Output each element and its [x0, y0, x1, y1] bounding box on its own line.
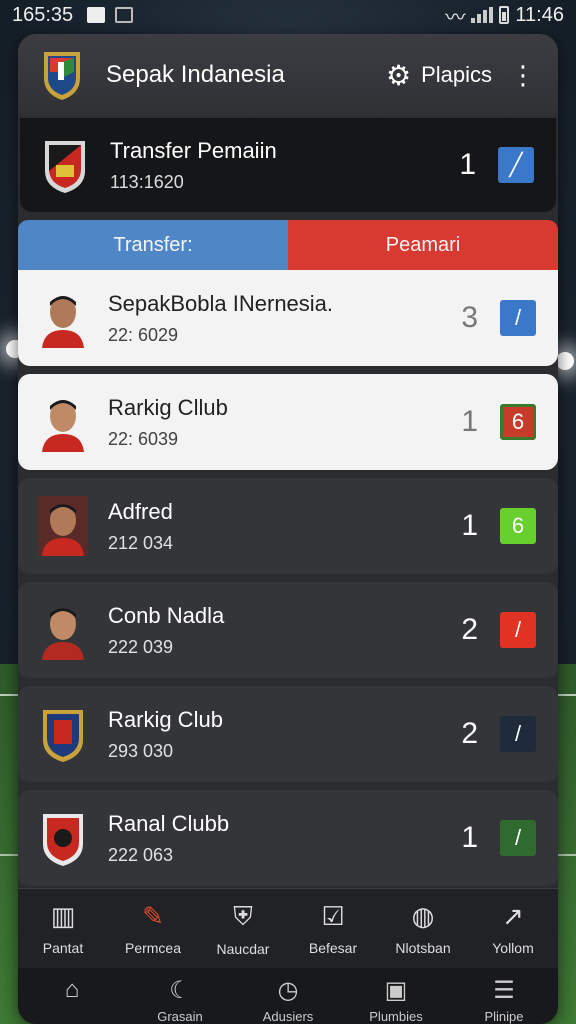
item-name: Adfred: [108, 498, 173, 524]
clipboard-icon: ☑: [321, 901, 345, 931]
nav-pantat[interactable]: ▥ Pantat: [18, 889, 108, 968]
bottom-nav-primary: ▥ Pantat ✎ Permcea ⛨ Naucdar ☑ Befesar ◍…: [18, 888, 558, 968]
item-sub: 22: 6039: [108, 428, 179, 449]
list-item[interactable]: Rarkig Club 293 030 2 /: [18, 686, 558, 782]
item-count: 1: [461, 509, 478, 542]
edit-badge-icon[interactable]: ╱: [498, 147, 534, 183]
chart-icon: ↗: [502, 901, 524, 931]
nav-home[interactable]: ⌂: [18, 968, 126, 1024]
nav-adusiers[interactable]: ◷ Adusiers: [234, 968, 342, 1024]
app-logo: [44, 52, 80, 100]
transfer-row[interactable]: Transfer Pemaiin 113:1620 1 ╱: [20, 118, 556, 212]
player-avatar: [42, 608, 84, 660]
club-crest-icon: [43, 814, 83, 866]
app-header: Sepak Indanesia ⚙ Plapics ⋮: [18, 34, 558, 116]
stadium-light: [556, 352, 574, 370]
transfer-subtitle: 113:1620: [110, 171, 184, 192]
building-icon: ▥: [50, 901, 76, 931]
tab-peamari[interactable]: Peamari: [288, 220, 558, 270]
nav-label: Permcea: [124, 940, 182, 956]
nav-naucdar[interactable]: ⛨ Naucdar: [198, 889, 288, 968]
nav-yollom[interactable]: ↗ Yollom: [468, 889, 558, 968]
app-title: Sepak Indanesia: [106, 61, 285, 88]
bottom-nav-secondary: ⌂ ☾ Grasain ◷ Adusiers ▣ Plumbies ☰ Plin…: [18, 968, 558, 1024]
item-name: Rarkig Cllub: [108, 394, 228, 420]
edit-badge-icon[interactable]: /: [500, 300, 536, 336]
status-time: 165:35: [12, 3, 74, 26]
clock-icon: ◷: [277, 977, 299, 1004]
wifi-icon: 〰: [445, 6, 466, 29]
status-right-time: 11:46: [515, 3, 564, 26]
tab-bar: Transfer: Peamari: [18, 220, 558, 270]
transfer-count: 1: [459, 148, 476, 181]
main-card: Sepak Indanesia ⚙ Plapics ⋮ Transfer Pem…: [18, 34, 558, 1024]
item-name: Rarkig Club: [108, 706, 223, 732]
club-crest-icon: [45, 141, 85, 193]
item-sub: 222 039: [108, 636, 174, 657]
gear-icon[interactable]: ⚙: [386, 59, 411, 92]
notification-icon: [87, 7, 106, 23]
transfer-title: Transfer Pemaiin: [110, 137, 277, 163]
nav-befesar[interactable]: ☑ Befesar: [288, 889, 378, 968]
tab-transfer[interactable]: Transfer:: [18, 220, 288, 270]
nav-label: Nlotsban: [395, 940, 451, 956]
list-item[interactable]: SepakBobla INernesia. 22: 6029 3 /: [18, 270, 558, 366]
list-item[interactable]: Adfred 212 034 1 6: [18, 478, 558, 574]
badge-six-icon[interactable]: 6: [500, 404, 536, 440]
item-sub: 222 063: [108, 844, 174, 865]
phone-icon: ▣: [384, 977, 408, 1004]
nav-label: Pantat: [42, 940, 84, 956]
nav-grasain[interactable]: ☾ Grasain: [126, 968, 234, 1024]
nav-nlotsban[interactable]: ◍ Nlotsban: [378, 889, 468, 968]
nav-plinipe[interactable]: ☰ Plinipe: [450, 968, 558, 1024]
nav-label: Befesar: [308, 940, 358, 956]
list-item[interactable]: Ranal Clubb 222 063 1 /: [18, 790, 558, 886]
item-name: Ranal Clubb: [108, 810, 230, 836]
nav-plumbies[interactable]: ▣ Plumbies: [342, 968, 450, 1024]
item-count: 1: [461, 821, 478, 854]
battery-icon: [499, 6, 510, 24]
nav-label: Naucdar: [216, 940, 270, 957]
item-sub: 293 030: [108, 740, 174, 761]
edit-badge-icon[interactable]: /: [500, 716, 536, 752]
stack-icon: ☰: [493, 977, 515, 1004]
shield-icon: ⛨: [233, 900, 253, 931]
app-icon: [115, 7, 134, 23]
list-item[interactable]: Rarkig Cllub 22: 6039 1 6: [18, 374, 558, 470]
badge-six-icon[interactable]: 6: [500, 508, 536, 544]
nav-label: Yollom: [492, 940, 534, 956]
player-avatar: [42, 296, 84, 348]
nav-label: Plinipe: [484, 1009, 524, 1024]
player-avatar: [38, 496, 88, 556]
drop-icon: ◍: [411, 901, 435, 931]
signal-icon: [471, 7, 494, 23]
settings-link[interactable]: Plapics: [421, 62, 492, 88]
item-name: SepakBobla INernesia.: [108, 290, 334, 316]
nav-label: Grasain: [157, 1009, 203, 1024]
more-vertical-icon[interactable]: ⋮: [510, 60, 536, 91]
edit-badge-icon[interactable]: /: [500, 820, 536, 856]
item-name: Conb Nadla: [108, 602, 225, 628]
item-count: 3: [461, 301, 478, 334]
item-count: 2: [461, 717, 478, 750]
item-sub: 22: 6029: [108, 324, 179, 345]
moon-icon: ☾: [169, 977, 191, 1004]
nav-permcea[interactable]: ✎ Permcea: [108, 889, 198, 968]
edit-badge-icon[interactable]: /: [500, 612, 536, 648]
item-sub: 212 034: [108, 532, 174, 553]
item-count: 1: [461, 405, 478, 438]
list-item[interactable]: Conb Nadla 222 039 2 /: [18, 582, 558, 678]
item-count: 2: [461, 613, 478, 646]
pen-icon: ✎: [142, 901, 164, 931]
player-avatar: [42, 400, 84, 452]
nav-label: Plumbies: [369, 1009, 423, 1024]
home-icon: ⌂: [64, 976, 80, 1003]
nav-label: Adusiers: [262, 1009, 314, 1024]
status-bar: 165:35 〰 11:46: [0, 0, 576, 30]
club-crest-icon: [43, 710, 83, 762]
